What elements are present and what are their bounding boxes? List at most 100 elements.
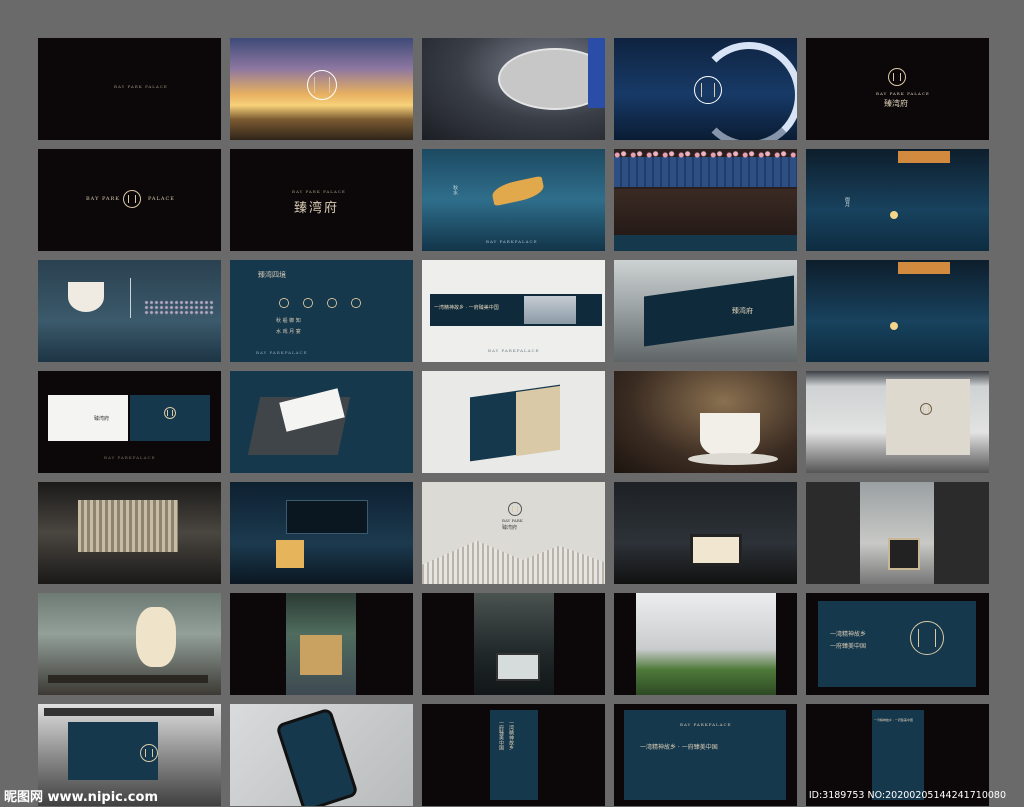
card-card-holder [230, 371, 413, 473]
moon-disc [890, 322, 898, 330]
card-subtitle-text: BAY PARK PALACE [292, 189, 346, 194]
shelter-roof [44, 708, 214, 716]
board-grid: BAY PARK PALACE BAY PARK PALACE 臻湾府 BAY … [38, 38, 989, 806]
blossom-branch [614, 149, 797, 161]
brand-logo-icon [910, 621, 944, 655]
card-front-white [48, 395, 128, 441]
vertical-caption: 秋水 [452, 185, 458, 195]
lamp-table [48, 675, 208, 683]
vertical-slogan-a: 一湾精神故乡 [508, 720, 514, 750]
realms-row-1: 秋 船 御 知 [276, 318, 301, 324]
card-four-realms: 臻湾四境 秋 船 御 知 水 戏 月 宴 BAY PARKPALACE [230, 260, 413, 362]
card-landscape-wall [614, 593, 797, 695]
brand-logo-icon [694, 76, 722, 104]
brand-logo-icon [123, 190, 141, 208]
tea-cup [68, 282, 104, 312]
brand-logo-icon [920, 403, 932, 415]
watermark-site-url: www.nipic.com [47, 790, 158, 805]
watermark-left: 昵图网 www.nipic.com [4, 786, 158, 805]
card-slogan-poster: 一湾精神故乡 一府臻美中国 [806, 593, 989, 695]
card-footer-text: BAY PARKPALACE [256, 350, 308, 355]
banner-photo [524, 296, 576, 324]
card-coffee [614, 371, 797, 473]
sign-board [286, 500, 368, 534]
card-parking-sign [422, 593, 605, 695]
card-guard-booth [230, 593, 413, 695]
icon-row [272, 296, 370, 310]
card-phone [230, 704, 413, 806]
mountain-slats [422, 540, 605, 584]
card-roof-blossom [614, 149, 797, 251]
gate-screen [78, 500, 178, 552]
lit-building [898, 151, 950, 163]
card-moon-lake: 御月 [806, 149, 989, 251]
poster-subtitle: BAY PARKPALACE [680, 722, 732, 727]
tall-slogan: 一湾精神故乡 · 一府臻美中国 [874, 718, 913, 722]
card-brand-text: 臻湾府 [884, 99, 908, 108]
vertical-slogan-b: 一府臻美中国 [498, 720, 504, 750]
coffee-saucer [688, 453, 778, 465]
card-footer-text: BAY PARKPALACE [488, 348, 540, 353]
watermark-id: ID:3189753 NO:20200205144241710080 [808, 790, 1006, 801]
card-moon-lake-2 [806, 260, 989, 362]
card-water-leaf: 秋水 BAY PARKPALACE [422, 149, 605, 251]
logo-word-left: BAY PARK [86, 196, 120, 202]
card-vertical-banner: 一湾精神故乡 一府臻美中国 [422, 704, 605, 806]
wall-photo [636, 593, 776, 695]
sign-box [888, 538, 920, 570]
card-wide-poster: BAY PARKPALACE 一湾精神故乡 · 一府臻美中国 [614, 704, 797, 806]
card-title-dark: BAY PARK PALACE [38, 38, 221, 140]
card-stone-plaza [422, 38, 605, 140]
card-moon-gate [614, 38, 797, 140]
brand-logo-icon [307, 70, 337, 100]
watermark-site-cn: 昵图网 [4, 790, 44, 805]
lit-lantern [276, 540, 304, 568]
card-logo-title: BAY PARK PALACE 臻湾府 [230, 149, 413, 251]
card-brand-text: 臻湾府 [294, 201, 340, 216]
folder-flap [516, 385, 560, 457]
card-mountain-wall: BAY PARK 臻湾府 [422, 482, 605, 584]
banner-slogan: 一湾精神故乡 · 一府臻美中国 [434, 305, 499, 311]
wall-brand-text: 臻湾府 [502, 525, 518, 531]
hoarding-panel [644, 275, 794, 347]
lamp-shade [136, 607, 176, 667]
lit-building [898, 262, 950, 274]
card-sales-wall [806, 371, 989, 473]
card-hoarding-wall: 臻湾府 [614, 260, 797, 362]
dried-flowers [144, 300, 214, 316]
card-subtitle-text: BAY PARK PALACE [114, 84, 168, 89]
poster-slogan-a: 一湾精神故乡 [830, 631, 867, 638]
hoarding-brand: 臻湾府 [732, 307, 753, 315]
light-box [690, 534, 742, 566]
brand-logo-icon [140, 744, 158, 762]
poster-slogan-b: 一府臻美中国 [830, 643, 867, 650]
brand-logo-icon [508, 502, 522, 516]
vertical-caption: 御月 [844, 197, 850, 207]
blue-band [614, 235, 797, 251]
tall-panel [872, 710, 924, 800]
card-footer-text: BAY PARKPALACE [104, 455, 156, 460]
card-heading-text: 臻湾四境 [258, 271, 286, 279]
poster-slogan: 一湾精神故乡 · 一府臻美中国 [640, 744, 718, 751]
card-sunrise [230, 38, 413, 140]
card-gate-sign [806, 482, 989, 584]
brand-logo-icon [164, 407, 176, 419]
divider-line [130, 278, 131, 318]
card-lamp [38, 593, 221, 695]
card-entrance-gate [38, 482, 221, 584]
moon-disc [890, 211, 898, 219]
card-subtitle-text: BAY PARK PALACE [876, 91, 930, 96]
parking-light [496, 653, 540, 681]
plaza-pillar [588, 38, 605, 108]
card-business-card: 臻湾府 BAY PARKPALACE [38, 371, 221, 473]
realms-row-2: 水 戏 月 宴 [276, 329, 301, 335]
card-logo-horizontal: BAY PARK PALACE [38, 149, 221, 251]
phone-body [275, 707, 359, 806]
card-white-banner: 一湾精神故乡 · 一府臻美中国 BAY PARKPALACE [422, 260, 605, 362]
card-night-sign [230, 482, 413, 584]
logo-word-right: PALACE [148, 196, 175, 202]
card-tea-cup [38, 260, 221, 362]
card-brand-dark: BAY PARK PALACE 臻湾府 [806, 38, 989, 140]
card-folder [422, 371, 605, 473]
wall-panel [886, 379, 970, 455]
